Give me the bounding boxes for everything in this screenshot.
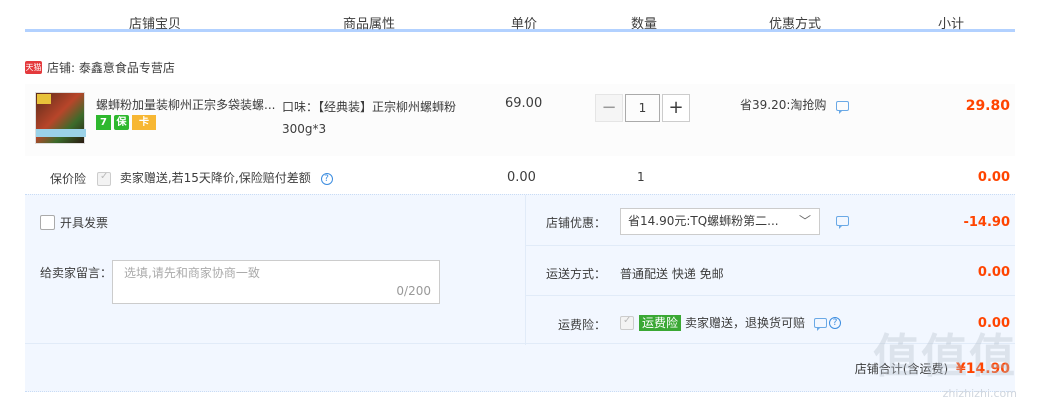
seven-day-return-icon[interactable]: 7 xyxy=(96,115,111,130)
insurance-label: 保价险 xyxy=(50,172,87,186)
row-divider xyxy=(525,245,1015,246)
thumbnail-strip xyxy=(36,129,86,137)
shipping-amount: 0.00 xyxy=(977,265,1010,280)
invoice-checkbox[interactable] xyxy=(40,215,55,230)
shipping-label: 运送方式： xyxy=(546,267,607,281)
freight-insurance-tag: 运费险 xyxy=(639,314,682,331)
chevron-down-icon: ﹀ xyxy=(798,214,811,228)
price-insurance-row: 保价险 卖家赠送,若15天降价,保险赔付差额 ? 0.00 1 0.00 xyxy=(25,160,1015,192)
watermark-logo: 值值值 xyxy=(873,329,1017,383)
chat-icon[interactable] xyxy=(836,100,850,114)
message-box: 0/200 xyxy=(112,260,440,304)
freight-insurance-desc: 卖家赠送，退换货可赔 xyxy=(685,316,806,330)
shop-row: 天猫 店铺: 泰鑫意食品专营店 xyxy=(25,58,175,76)
decrease-button[interactable]: − xyxy=(595,94,623,122)
insurance-desc: 卖家赠送,若15天降价,保险赔付差额 ? xyxy=(97,169,333,186)
cart-header: 店铺宝贝 商品属性 单价 数量 优惠方式 小计 xyxy=(25,0,1015,32)
shop-discount-value: 省14.90元:TQ螺蛳粉第二... xyxy=(628,214,779,228)
product-thumbnail[interactable] xyxy=(35,92,86,144)
thumbnail-tag xyxy=(37,94,51,104)
help-icon[interactable]: ? xyxy=(320,172,333,185)
credit-card-icon[interactable]: 卡 xyxy=(132,115,156,130)
col-attr-header: 商品属性 xyxy=(343,17,396,32)
col-qty-header: 数量 xyxy=(631,17,658,32)
row-divider xyxy=(525,295,1015,296)
shop-name-link[interactable]: 店铺: 泰鑫意食品专营店 xyxy=(47,59,175,76)
insurance-total: 0.00 xyxy=(977,170,1010,185)
shop-discount-select[interactable]: 省14.90元:TQ螺蛳粉第二... ﹀ xyxy=(620,208,820,235)
guarantee-icon[interactable]: 保 xyxy=(114,115,129,130)
item-subtotal: 29.80 xyxy=(965,98,1010,114)
quantity-input[interactable]: 1 xyxy=(625,94,660,122)
quantity-stepper: − 1 + xyxy=(595,94,690,122)
service-badges: 7 保 卡 xyxy=(96,115,156,130)
tmall-icon: 天猫 xyxy=(25,60,42,74)
insurance-price: 0.00 xyxy=(507,170,536,185)
chat-icon[interactable] xyxy=(814,317,828,331)
promo-text: 省39.20:淘抢购 xyxy=(740,98,827,112)
help-icon[interactable]: ? xyxy=(829,316,842,329)
shop-discount-label: 店铺优惠： xyxy=(546,216,607,230)
message-input[interactable] xyxy=(124,266,384,280)
chat-icon[interactable] xyxy=(836,216,849,229)
freight-insurance-info: 运费险 卖家赠送，退换货可赔 ? xyxy=(620,314,842,331)
insurance-desc-text: 卖家赠送,若15天降价,保险赔付差额 xyxy=(119,171,311,185)
watermark-text: zhizhizhi.com xyxy=(942,387,1017,400)
col-item-header: 店铺宝贝 xyxy=(129,17,182,32)
shipping-method: 普通配送 快递 免邮 xyxy=(620,267,724,281)
cart-item-row: 螺蛳粉加量装柳州正宗多袋装螺... 7 保 卡 口味：【经典装】正宗柳州螺蛳粉3… xyxy=(25,84,1015,156)
invoice-label: 开具发票 xyxy=(60,216,109,230)
shop-discount-amount: -14.90 xyxy=(963,215,1010,230)
insurance-checkbox[interactable] xyxy=(97,171,111,186)
product-attributes: 口味：【经典装】正宗柳州螺蛳粉300g*3 xyxy=(282,100,457,136)
message-char-count: 0/200 xyxy=(396,284,431,298)
col-price-header: 单价 xyxy=(511,17,538,32)
product-title-link[interactable]: 螺蛳粉加量装柳州正宗多袋装螺... xyxy=(96,96,276,113)
col-subtotal-header: 小计 xyxy=(938,17,965,32)
promo-info: 省39.20:淘抢购 xyxy=(740,96,850,114)
unit-price: 69.00 xyxy=(505,96,543,111)
invoice-option[interactable]: 开具发票 xyxy=(40,214,108,231)
order-options-panel: 开具发票 给卖家留言： 0/200 店铺优惠： 省14.90元:TQ螺蛳粉第二.… xyxy=(25,194,1015,392)
message-label: 给卖家留言： xyxy=(40,266,113,280)
total-divider xyxy=(25,343,1015,344)
col-promo-header: 优惠方式 xyxy=(769,17,822,32)
freight-insurance-label: 运费险： xyxy=(558,318,607,332)
increase-button[interactable]: + xyxy=(662,94,690,122)
freight-insurance-checkbox[interactable] xyxy=(620,315,634,330)
panel-divider xyxy=(525,195,526,345)
insurance-qty: 1 xyxy=(637,170,645,184)
